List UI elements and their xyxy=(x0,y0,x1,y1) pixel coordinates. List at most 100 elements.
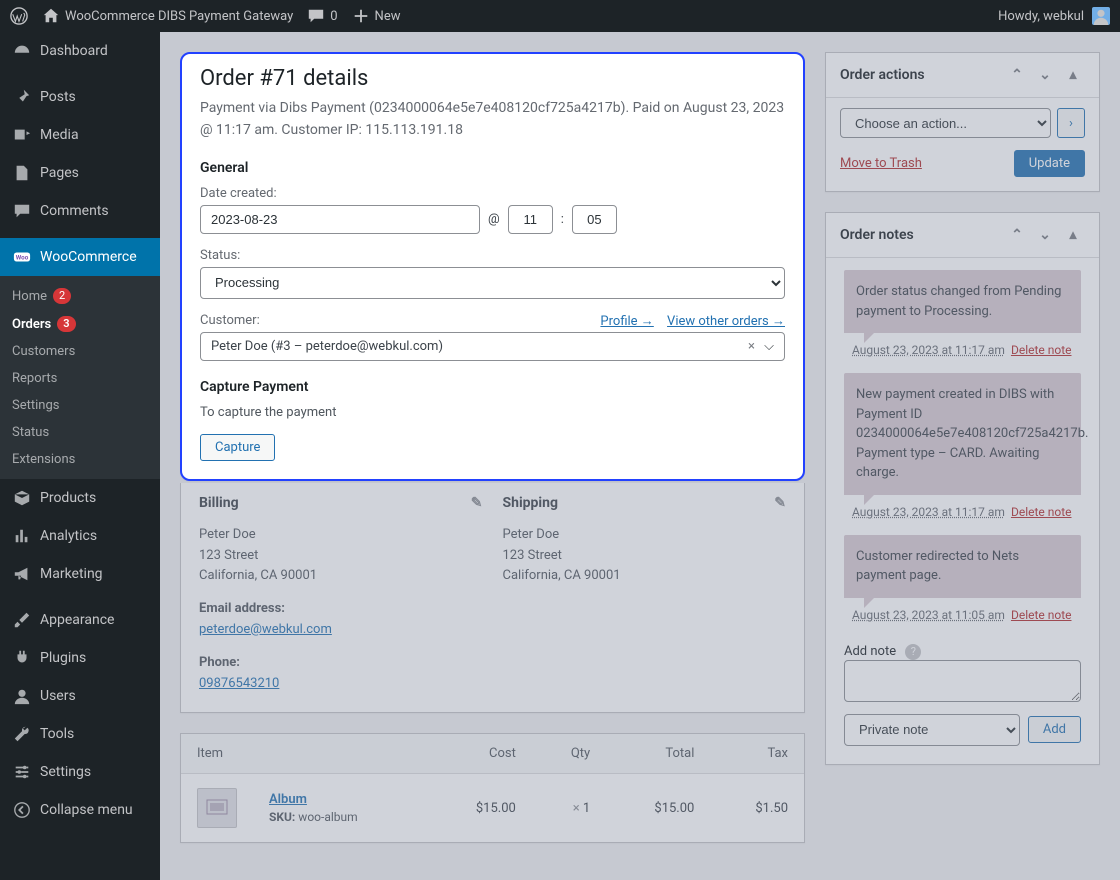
chevron-down-icon[interactable]: ⌵ xyxy=(764,339,774,354)
move-down-icon[interactable]: ⌄ xyxy=(1033,63,1057,87)
badge: 2 xyxy=(53,288,71,304)
menu-products[interactable]: Products xyxy=(0,479,160,517)
billing-city: California, CA 90001 xyxy=(199,568,317,583)
order-minute-input[interactable] xyxy=(572,205,617,234)
sku-label: SKU: xyxy=(269,810,295,824)
delete-note-link[interactable]: Delete note xyxy=(1011,505,1072,519)
analytics-icon xyxy=(12,526,32,546)
admin-topbar: WooCommerce DIBS Payment Gateway 0 New H… xyxy=(0,0,1120,32)
status-label: Status: xyxy=(200,248,785,263)
menu-appearance[interactable]: Appearance xyxy=(0,601,160,639)
comments-link[interactable]: 0 xyxy=(307,7,337,25)
woocommerce-submenu: Home2 Orders3 Customers Reports Settings… xyxy=(0,276,160,479)
email-label: Email address: xyxy=(199,601,285,616)
update-button[interactable]: Update xyxy=(1014,150,1085,177)
collapse-panel-icon[interactable]: ▴ xyxy=(1061,63,1085,87)
plus-icon xyxy=(352,7,370,25)
submenu-extensions[interactable]: Extensions xyxy=(0,446,160,473)
menu-media[interactable]: Media xyxy=(0,116,160,154)
item-total: $15.00 xyxy=(606,774,710,843)
wp-logo[interactable] xyxy=(10,7,28,25)
menu-dashboard[interactable]: Dashboard xyxy=(0,32,160,70)
edit-billing-icon[interactable]: ✎ xyxy=(471,495,483,511)
col-total: Total xyxy=(606,734,710,774)
shipping-city: California, CA 90001 xyxy=(503,568,621,583)
table-row: Album SKU: woo-album $15.00 × 1 $15.00 $… xyxy=(181,774,804,843)
menu-analytics[interactable]: Analytics xyxy=(0,517,160,555)
submenu-settings[interactable]: Settings xyxy=(0,392,160,419)
greeting: Howdy, webkul xyxy=(998,9,1084,24)
submenu-home[interactable]: Home2 xyxy=(0,282,160,310)
billing-phone[interactable]: 09876543210 xyxy=(199,676,279,691)
site-link[interactable]: WooCommerce DIBS Payment Gateway xyxy=(42,7,293,25)
note-timestamp: August 23, 2023 at 11:17 am xyxy=(852,343,1005,357)
items-table: Item Cost Qty Total Tax Album SKU: xyxy=(181,734,804,842)
customer-value: Peter Doe (#3 – peterdoe@webkul.com) xyxy=(211,339,443,354)
menu-pages[interactable]: Pages xyxy=(0,154,160,192)
other-orders-link[interactable]: View other orders → xyxy=(667,314,785,329)
col-cost: Cost xyxy=(428,734,532,774)
plugin-icon xyxy=(12,648,32,668)
items-box: Item Cost Qty Total Tax Album SKU: xyxy=(180,733,805,843)
product-thumbnail xyxy=(197,788,237,828)
badge: 3 xyxy=(57,316,75,332)
menu-comments[interactable]: Comments xyxy=(0,192,160,230)
billing-email[interactable]: peterdoe@webkul.com xyxy=(199,622,332,637)
collapse-panel-icon[interactable]: ▴ xyxy=(1061,223,1085,247)
order-title: Order #71 details xyxy=(200,66,785,91)
menu-settings[interactable]: Settings xyxy=(0,753,160,791)
order-date-input[interactable] xyxy=(200,205,480,234)
order-action-select[interactable]: Choose an action... xyxy=(840,108,1051,138)
note-textarea[interactable] xyxy=(844,660,1081,702)
general-heading: General xyxy=(200,160,785,176)
billing-heading: Billing xyxy=(199,495,239,511)
order-status-select[interactable]: Processing xyxy=(200,267,785,299)
collapse-menu[interactable]: Collapse menu xyxy=(0,791,160,829)
submenu-customers[interactable]: Customers xyxy=(0,338,160,365)
customer-select[interactable]: Peter Doe (#3 – peterdoe@webkul.com) × ⌵ xyxy=(200,332,785,361)
submenu-orders[interactable]: Orders3 xyxy=(0,310,160,338)
menu-posts[interactable]: Posts xyxy=(0,78,160,116)
order-hour-input[interactable] xyxy=(508,205,553,234)
add-note-button[interactable]: Add xyxy=(1028,716,1081,743)
move-to-trash-link[interactable]: Move to Trash xyxy=(840,156,922,171)
menu-users[interactable]: Users xyxy=(0,677,160,715)
move-down-icon[interactable]: ⌄ xyxy=(1033,223,1057,247)
shipping-column: Shipping✎ Peter Doe 123 Street Californi… xyxy=(503,495,787,695)
billing-name: Peter Doe xyxy=(199,527,256,542)
sku-value: woo-album xyxy=(298,810,357,824)
menu-woocommerce[interactable]: WooWooCommerce xyxy=(0,238,160,276)
menu-plugins[interactable]: Plugins xyxy=(0,639,160,677)
comment-icon xyxy=(307,7,325,25)
delete-note-link[interactable]: Delete note xyxy=(1011,343,1072,357)
billing-street: 123 Street xyxy=(199,548,258,563)
clear-icon[interactable]: × xyxy=(742,339,761,354)
move-up-icon[interactable]: ⌃ xyxy=(1005,63,1029,87)
move-up-icon[interactable]: ⌃ xyxy=(1005,223,1029,247)
capture-button[interactable]: Capture xyxy=(200,434,275,461)
delete-note-link[interactable]: Delete note xyxy=(1011,608,1072,622)
media-icon xyxy=(12,125,32,145)
submenu-status[interactable]: Status xyxy=(0,419,160,446)
item-cost: $15.00 xyxy=(428,774,532,843)
page-icon xyxy=(12,163,32,183)
order-note: Order status changed from Pending paymen… xyxy=(844,270,1081,333)
users-icon xyxy=(12,686,32,706)
order-subtitle: Payment via Dibs Payment (0234000064e5e7… xyxy=(200,97,785,142)
help-icon[interactable]: ? xyxy=(905,644,921,660)
col-item: Item xyxy=(181,734,428,774)
profile-link[interactable]: Profile → xyxy=(600,314,653,329)
new-link[interactable]: New xyxy=(352,7,401,25)
menu-tools[interactable]: Tools xyxy=(0,715,160,753)
account-menu[interactable]: Howdy, webkul xyxy=(998,7,1110,25)
edit-shipping-icon[interactable]: ✎ xyxy=(774,495,786,511)
apply-action-button[interactable]: › xyxy=(1057,108,1085,138)
site-title: WooCommerce DIBS Payment Gateway xyxy=(65,9,293,24)
note-type-select[interactable]: Private note xyxy=(844,714,1020,746)
item-name-link[interactable]: Album xyxy=(269,792,307,807)
brush-icon xyxy=(12,610,32,630)
note-timestamp: August 23, 2023 at 11:05 am xyxy=(852,608,1005,622)
order-actions-box: Order actions ⌃ ⌄ ▴ Choose an action... … xyxy=(825,52,1100,192)
submenu-reports[interactable]: Reports xyxy=(0,365,160,392)
menu-marketing[interactable]: Marketing xyxy=(0,555,160,593)
